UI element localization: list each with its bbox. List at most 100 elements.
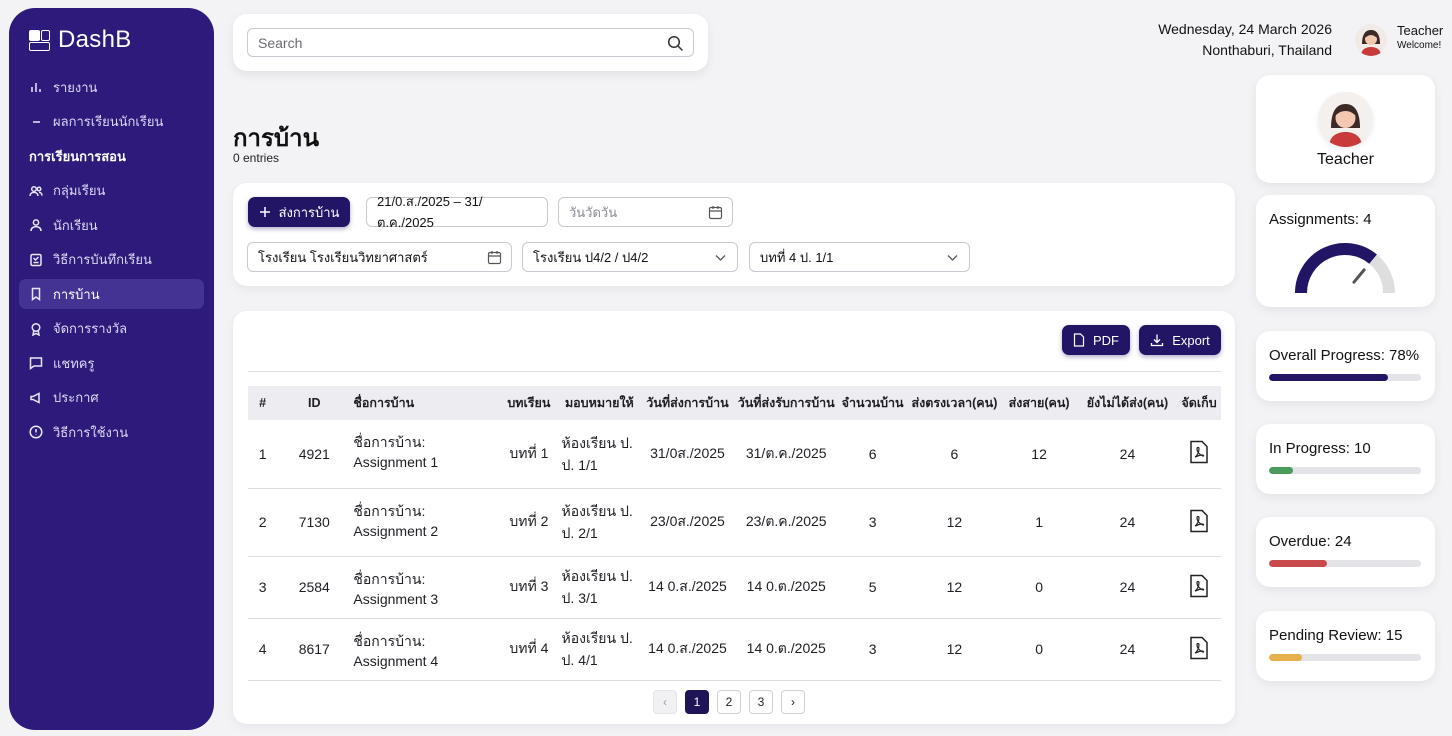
- col-count[interactable]: จำนวนบ้าน: [837, 386, 909, 420]
- row-due-date: 14 0.ต./2025: [735, 618, 837, 681]
- col-number[interactable]: #: [248, 386, 277, 420]
- search-icon[interactable]: [667, 35, 684, 52]
- sidebar-item-chat[interactable]: แชทครู: [19, 348, 204, 378]
- homework-table-card: PDF Export # ID ชื่อการบ้าน บทเรียน มอบห…: [233, 311, 1235, 724]
- col-id[interactable]: ID: [277, 386, 351, 420]
- sidebar-item-homework[interactable]: การบ้าน: [19, 279, 204, 309]
- date-range-value: 21/0.ส./2025 – 31/ต.ค./2025: [377, 194, 483, 230]
- row-late: 12: [1000, 420, 1078, 489]
- row-name[interactable]: ชื่อการบ้าน: Assignment 3: [351, 556, 499, 619]
- pdf-file-icon[interactable]: [1188, 574, 1210, 598]
- overall-progress-label: Overall Progress: 78%: [1269, 347, 1420, 364]
- bookmark-icon: [29, 287, 43, 301]
- col-lesson[interactable]: บทเรียน: [498, 386, 559, 420]
- row-number: 1: [248, 420, 278, 489]
- add-homework-button[interactable]: ส่งการบ้าน: [248, 197, 350, 227]
- col-assigned-date[interactable]: วันที่ส่งการบ้าน: [639, 386, 736, 420]
- export-button[interactable]: Export: [1139, 325, 1221, 355]
- search-input[interactable]: [248, 29, 693, 56]
- school-field[interactable]: โรงเรียน โรงเรียนวิทยาศาสตร์: [247, 242, 512, 272]
- overdue-fill: [1269, 560, 1327, 567]
- class-select[interactable]: โรงเรียน ป4/2 / ป4/2: [522, 242, 738, 272]
- teacher-avatar-icon: [1329, 104, 1362, 147]
- sidebar-item-howto[interactable]: วิธีการใช้งาน: [19, 417, 204, 447]
- col-due-date[interactable]: วันที่ส่งรับการบ้าน: [736, 386, 837, 420]
- sidebar-item-report[interactable]: รายงาน: [19, 72, 204, 102]
- row-count: 3: [836, 618, 909, 681]
- current-location: Nonthaburi, Thailand: [1202, 42, 1332, 58]
- row-late: 0: [1000, 556, 1078, 619]
- sidebar-item-records[interactable]: วิธีการบันทึกเรียน: [19, 245, 204, 275]
- prev-page-button[interactable]: ‹: [653, 690, 677, 714]
- table-row[interactable]: 1 4921 ชื่อการบ้าน: Assignment 1 บทที่ 1…: [248, 420, 1221, 489]
- search-box: [247, 28, 694, 57]
- pdf-file-icon[interactable]: [1188, 440, 1210, 464]
- pdf-file-icon[interactable]: [1188, 509, 1210, 533]
- brand[interactable]: DashB: [29, 26, 204, 54]
- sidebar-item-rewards[interactable]: จัดการรางวัล: [19, 314, 204, 344]
- assignments-count: Assignments: 4: [1269, 211, 1372, 228]
- table-header-row: # ID ชื่อการบ้าน บทเรียน มอบหมายให้ วันท…: [248, 386, 1221, 420]
- pending-review-fill: [1269, 654, 1303, 661]
- sidebar-item-students[interactable]: นักเรียน: [19, 210, 204, 240]
- assignments-gauge: [1295, 243, 1395, 294]
- row-on-time: 12: [908, 488, 1001, 557]
- row-name[interactable]: ชื่อการบ้าน: Assignment 2: [351, 488, 499, 557]
- entries-count: 0 entries: [233, 151, 280, 165]
- col-archive[interactable]: จัดเก็บ: [1177, 386, 1221, 420]
- add-homework-label: ส่งการบ้าน: [278, 204, 340, 220]
- row-name[interactable]: ชื่อการบ้าน: Assignment 1: [351, 420, 499, 489]
- col-on-time[interactable]: ส่งตรงเวลา(คน): [908, 386, 1000, 420]
- chevron-down-icon: [947, 255, 958, 261]
- sidebar-item-groups[interactable]: กลุ่มเรียน: [19, 176, 204, 206]
- school-value: โรงเรียน โรงเรียนวิทยาศาสตร์: [258, 249, 428, 265]
- overdue-label: Overdue: 24: [1269, 533, 1352, 550]
- download-icon: [1151, 334, 1164, 347]
- user-name: Teacher: [1397, 23, 1444, 38]
- calendar-icon: [708, 206, 723, 220]
- pdf-file-icon[interactable]: [1188, 636, 1210, 660]
- row-assigned-date: 14 0.ส./2025: [639, 556, 736, 619]
- row-assigned-date: 31/0ส./2025: [639, 420, 736, 489]
- row-count: 5: [836, 556, 909, 619]
- page-button-1[interactable]: 1: [685, 690, 709, 714]
- table-row[interactable]: 2 7130 ชื่อการบ้าน: Assignment 2 บทที่ 2…: [248, 488, 1221, 557]
- assignments-card[interactable]: Assignments: 4: [1256, 195, 1435, 307]
- header-user[interactable]: Teacher Welcome!: [1397, 23, 1443, 51]
- sidebar-item-label: วิธีการใช้งาน: [53, 424, 129, 440]
- due-date-field[interactable]: วันวัดวัน: [558, 197, 733, 227]
- next-page-button[interactable]: ›: [781, 690, 805, 714]
- row-count: 3: [836, 488, 909, 557]
- col-assignee[interactable]: มอบหมายให้: [560, 386, 640, 420]
- col-name[interactable]: ชื่อการบ้าน: [351, 386, 498, 420]
- sidebar-item-label: ประกาศ: [53, 390, 99, 405]
- overall-progress-card[interactable]: Overall Progress: 78%: [1256, 331, 1435, 401]
- table-row[interactable]: 3 2584 ชื่อการบ้าน: Assignment 3 บทที่ 3…: [248, 556, 1221, 619]
- row-room: ห้องเรียน ป. ป. 2/1: [559, 488, 640, 557]
- in-progress-card[interactable]: In Progress: 10: [1256, 424, 1435, 494]
- overall-progress-fill: [1269, 374, 1388, 381]
- row-due-date: 23/ต.ค./2025: [735, 488, 837, 557]
- overdue-card[interactable]: Overdue: 24: [1256, 517, 1435, 587]
- page-button-2[interactable]: 2: [717, 690, 741, 714]
- sidebar-item-student-results[interactable]: ผลการเรียนนักเรียน: [19, 107, 204, 137]
- teacher-card[interactable]: Teacher: [1256, 75, 1435, 183]
- sidebar-item-announcements[interactable]: ประกาศ: [19, 383, 204, 413]
- row-number: 4: [248, 618, 278, 681]
- lesson-select[interactable]: บทที่ 4 ป. 1/1: [749, 242, 970, 272]
- row-on-time: 6: [908, 420, 1001, 489]
- date-range-field[interactable]: 21/0.ส./2025 – 31/ต.ค./2025: [366, 194, 548, 230]
- logo-icon: [29, 29, 50, 51]
- table-row[interactable]: 4 8617 ชื่อการบ้าน: Assignment 4 บทที่ 4…: [248, 618, 1221, 681]
- page-button-3[interactable]: 3: [749, 690, 773, 714]
- pagination: ‹ 1 2 3 ›: [653, 690, 805, 714]
- col-late[interactable]: ส่งสาย(คน): [1000, 386, 1077, 420]
- row-missing: 24: [1077, 618, 1178, 681]
- col-missing[interactable]: ยังไม่ได้ส่ง(คน): [1078, 386, 1177, 420]
- sidebar-item-label: การบ้าน: [53, 286, 100, 302]
- pdf-button[interactable]: PDF: [1062, 325, 1130, 355]
- row-id: 8617: [277, 618, 352, 681]
- row-name[interactable]: ชื่อการบ้าน: Assignment 4: [351, 618, 499, 681]
- avatar[interactable]: [1355, 24, 1387, 56]
- pending-review-card[interactable]: Pending Review: 15: [1256, 611, 1435, 681]
